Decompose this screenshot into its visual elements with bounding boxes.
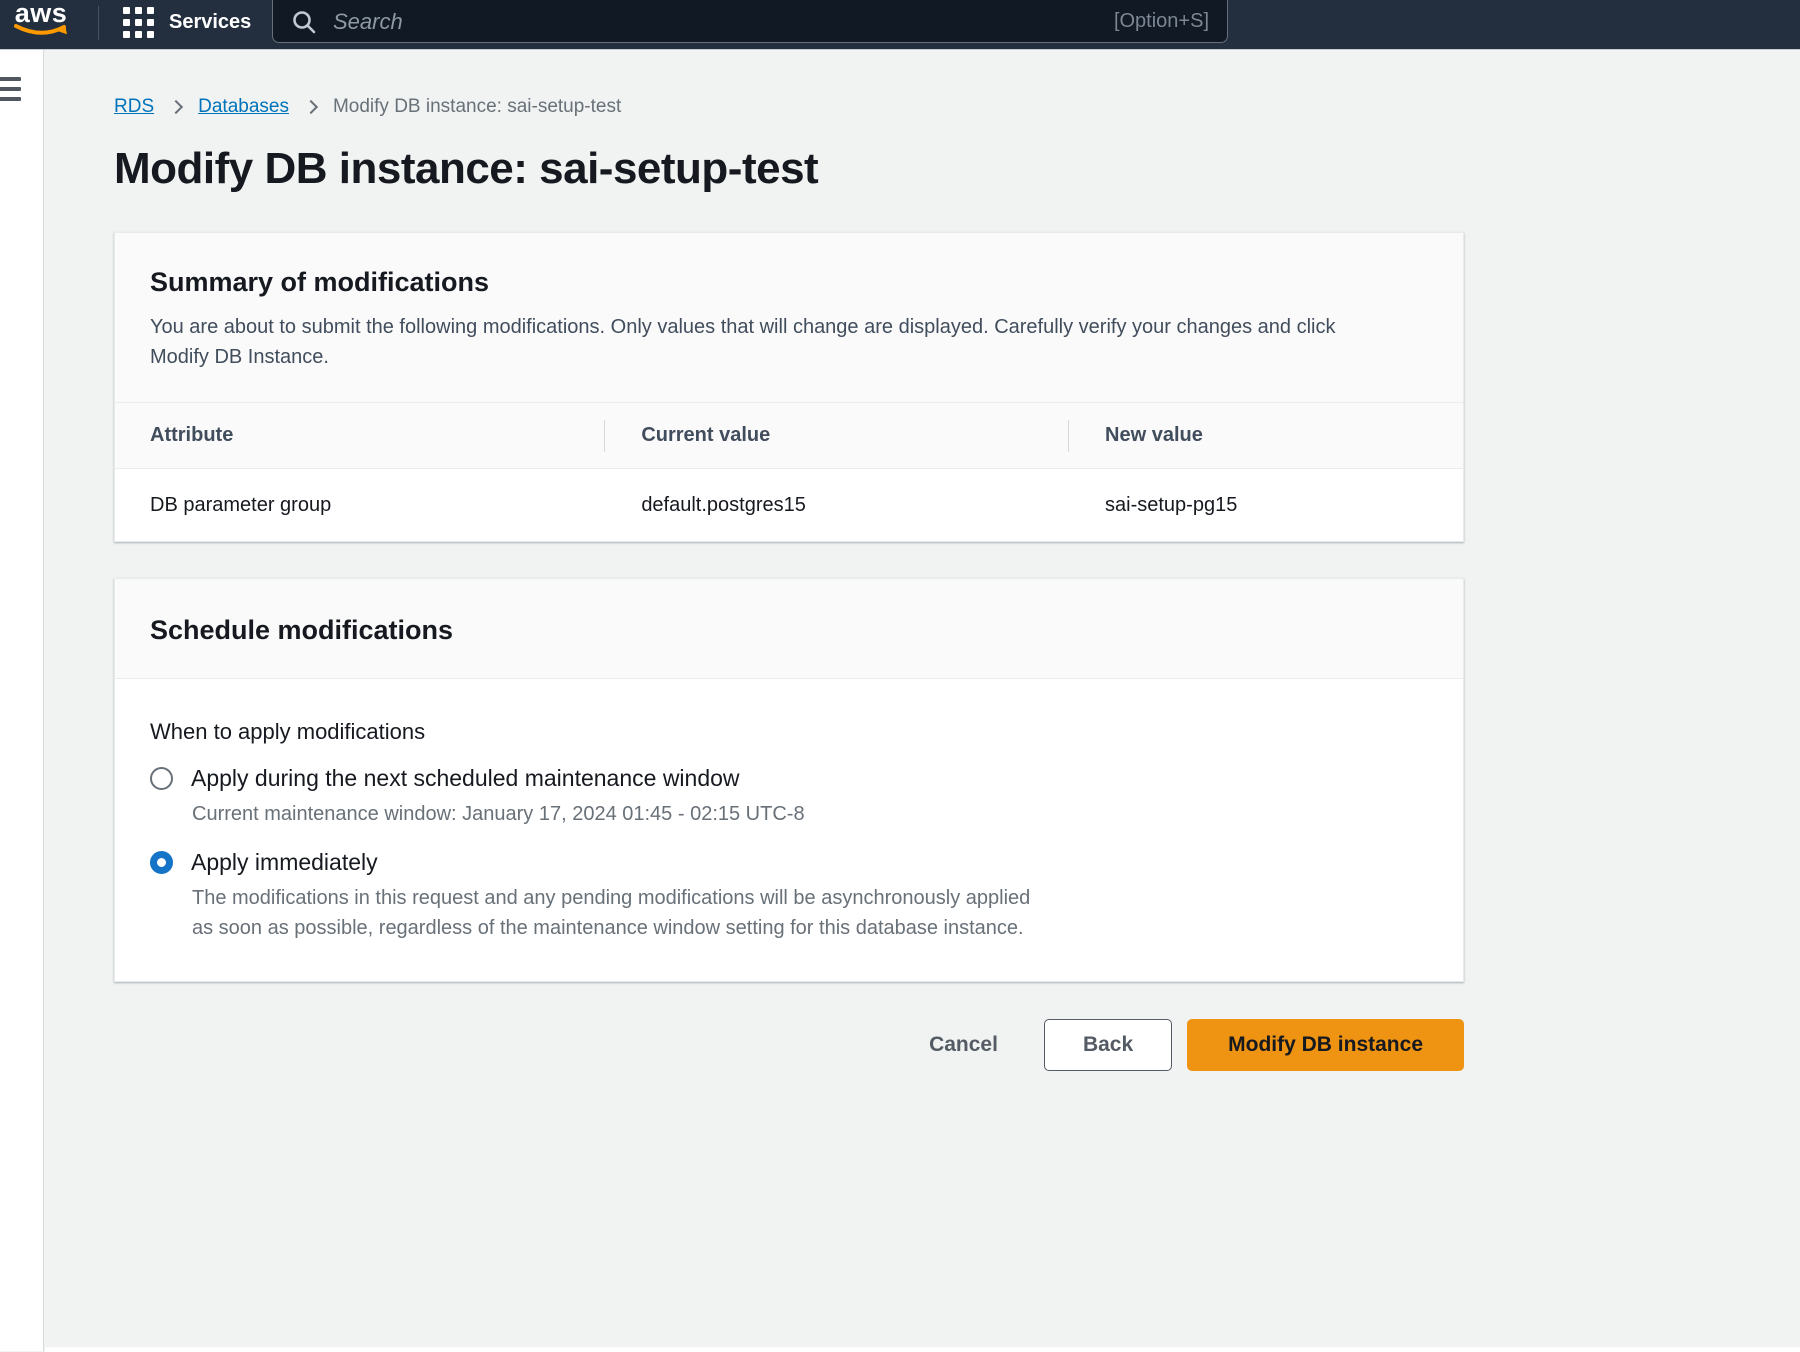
summary-card-description: You are about to submit the following mo… [150, 312, 1380, 372]
radio-maintenance-window-label[interactable]: Apply during the next scheduled maintena… [191, 765, 740, 792]
form-actions: Cancel Back Modify DB instance [114, 1019, 1464, 1071]
modify-db-instance-button[interactable]: Modify DB instance [1187, 1019, 1464, 1071]
radio-apply-immediately-label[interactable]: Apply immediately [191, 849, 378, 876]
chevron-right-icon [304, 100, 318, 114]
aws-console-screen: aws Services [Option+S] [0, 0, 1800, 1352]
topnav-divider [98, 6, 99, 40]
search-box[interactable]: [Option+S] [272, 0, 1228, 43]
summary-table-header-row: Attribute Current value New value [115, 402, 1463, 468]
top-navigation-bar: aws Services [Option+S] [0, 0, 1800, 50]
breadcrumb-current: Modify DB instance: sai-setup-test [333, 96, 621, 118]
when-to-apply-label: When to apply modifications [150, 719, 1428, 745]
schedule-card-title: Schedule modifications [150, 615, 1428, 646]
search-icon [291, 9, 317, 35]
column-header-current-value: Current value [604, 424, 1068, 447]
services-grid-icon [123, 7, 154, 38]
search-shortcut-hint: [Option+S] [1114, 10, 1209, 33]
apply-immediately-description: The modifications in this request and an… [192, 883, 1052, 943]
cell-current-value: default.postgres15 [604, 494, 1068, 517]
back-button[interactable]: Back [1044, 1019, 1172, 1071]
option-apply-immediately: Apply immediately The modifications in t… [150, 849, 1428, 943]
column-header-attribute: Attribute [115, 424, 604, 447]
bottom-strip [45, 1347, 1800, 1352]
page-body: RDS Databases Modify DB instance: sai-se… [0, 50, 1800, 1351]
schedule-card-body: When to apply modifications Apply during… [115, 679, 1463, 981]
search-input[interactable] [333, 9, 1100, 35]
summary-card-header: Summary of modifications You are about t… [115, 233, 1463, 402]
aws-logo-smile-icon [14, 24, 68, 38]
aws-logo[interactable]: aws [12, 0, 70, 43]
cell-new-value: sai-setup-pg15 [1068, 494, 1463, 517]
chevron-right-icon [169, 100, 183, 114]
cell-attribute: DB parameter group [115, 494, 604, 517]
table-row: DB parameter group default.postgres15 sa… [115, 468, 1463, 541]
column-header-new-value: New value [1068, 424, 1463, 447]
breadcrumb-link-rds[interactable]: RDS [114, 96, 154, 118]
main-content: RDS Databases Modify DB instance: sai-se… [44, 50, 1800, 1351]
schedule-card-header: Schedule modifications [115, 579, 1463, 679]
services-label: Services [169, 11, 251, 34]
cancel-button[interactable]: Cancel [929, 1033, 998, 1057]
page-title: Modify DB instance: sai-setup-test [114, 144, 1464, 194]
radio-maintenance-window[interactable] [150, 767, 173, 790]
maintenance-window-description: Current maintenance window: January 17, … [192, 799, 1428, 829]
schedule-modifications-card: Schedule modifications When to apply mod… [114, 578, 1464, 982]
services-menu-button[interactable]: Services [123, 7, 251, 38]
summary-card-title: Summary of modifications [150, 267, 1428, 298]
option-maintenance-window: Apply during the next scheduled maintena… [150, 765, 1428, 829]
radio-apply-immediately[interactable] [150, 851, 173, 874]
side-nav-rail [0, 50, 44, 1351]
hamburger-menu-icon[interactable] [0, 76, 24, 102]
summary-of-modifications-card: Summary of modifications You are about t… [114, 232, 1464, 542]
breadcrumb-link-databases[interactable]: Databases [198, 96, 289, 118]
breadcrumb: RDS Databases Modify DB instance: sai-se… [114, 96, 1464, 118]
